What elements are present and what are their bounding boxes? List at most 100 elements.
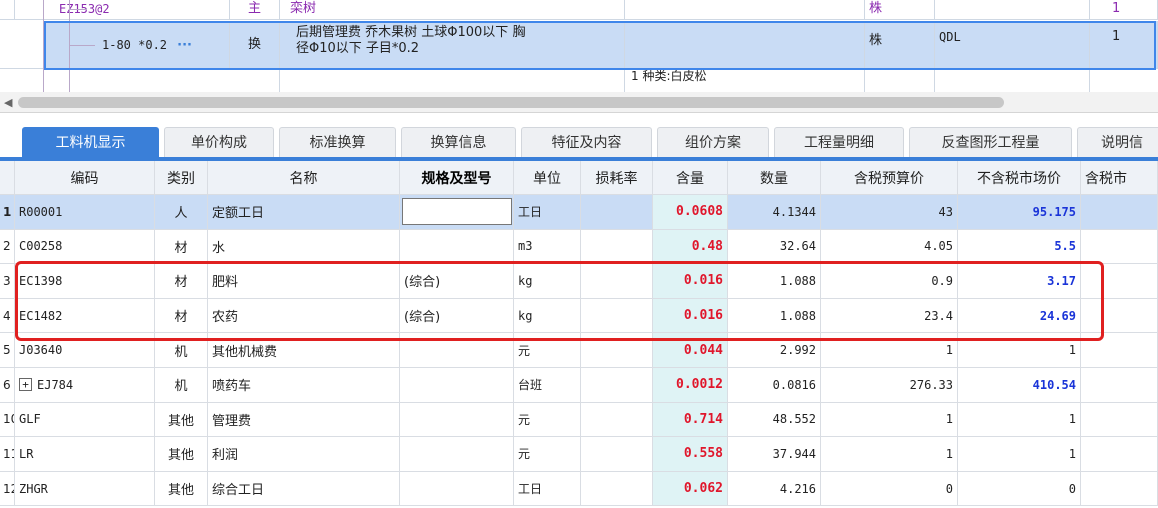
- resource-code[interactable]: EC1482: [15, 298, 155, 334]
- tab-features[interactable]: 特征及内容: [521, 127, 652, 157]
- table-row[interactable]: 2 C00258 材水 m3 0.48 32.64 4.05 5.5: [0, 229, 1158, 265]
- resource-unit[interactable]: 台班: [514, 368, 581, 403]
- resource-type[interactable]: 材: [155, 298, 208, 334]
- header-type[interactable]: 类别: [155, 161, 208, 195]
- resource-unit[interactable]: 工日: [514, 195, 581, 230]
- resource-content[interactable]: 0.0608: [653, 195, 728, 230]
- resource-quantity[interactable]: 0.0816: [728, 368, 821, 403]
- resource-unit[interactable]: m3: [514, 229, 581, 265]
- resource-type[interactable]: 人: [155, 195, 208, 230]
- resource-quantity[interactable]: 4.216: [728, 471, 821, 507]
- resource-tax-market[interactable]: [1081, 437, 1158, 472]
- table-row[interactable]: 3 EC1398 材肥料 (综合) kg 0.016 1.088 0.9 3.17: [0, 264, 1158, 299]
- resource-budget-price[interactable]: 1: [821, 437, 958, 472]
- resource-type[interactable]: 材: [155, 229, 208, 265]
- table-row[interactable]: 11LR其他利润元0.55837.94411: [0, 437, 1158, 472]
- tab-labor-material-machine[interactable]: 工料机显示: [22, 127, 159, 157]
- resource-spec[interactable]: [400, 333, 514, 368]
- resource-name[interactable]: 农药: [208, 298, 400, 334]
- expand-icon[interactable]: +: [19, 378, 32, 392]
- resource-spec[interactable]: [400, 368, 514, 403]
- table-row[interactable]: 6 + EJ784 机喷药车 台班 0.0012 0.0816 276.33 410.54: [0, 368, 1158, 403]
- resource-code[interactable]: LR: [15, 437, 155, 472]
- resource-market-price[interactable]: 410.54: [958, 368, 1081, 403]
- resource-quantity[interactable]: 1.088: [728, 298, 821, 334]
- resource-type[interactable]: 其他: [155, 471, 208, 507]
- resource-type[interactable]: 其他: [155, 437, 208, 472]
- resource-spec[interactable]: [400, 437, 514, 472]
- resource-code[interactable]: R00001: [15, 195, 155, 230]
- resource-code[interactable]: GLF: [15, 402, 155, 438]
- tab-description[interactable]: 说明信: [1077, 127, 1158, 157]
- table-row[interactable]: 4 EC1482 材农药 (综合) kg 0.016 1.088 23.4 24.69: [0, 298, 1158, 334]
- resource-market-price[interactable]: 95.175: [958, 195, 1081, 230]
- resource-loss-rate[interactable]: [581, 368, 653, 403]
- resource-type[interactable]: 材: [155, 264, 208, 299]
- header-unit[interactable]: 单位: [514, 161, 581, 195]
- resource-quantity[interactable]: 1.088: [728, 264, 821, 299]
- resource-loss-rate[interactable]: [581, 402, 653, 438]
- table-row[interactable]: 12ZHGR其他综合工日工日0.0624.21600: [0, 471, 1158, 507]
- resource-unit[interactable]: 元: [514, 437, 581, 472]
- resource-unit[interactable]: 元: [514, 333, 581, 368]
- tab-pricing-plan[interactable]: 组价方案: [657, 127, 769, 157]
- resource-type[interactable]: 其他: [155, 402, 208, 438]
- resource-market-price[interactable]: 1: [958, 402, 1081, 438]
- resource-quantity[interactable]: 32.64: [728, 229, 821, 265]
- resource-code[interactable]: J03640: [15, 333, 155, 368]
- table-row[interactable]: 5 J03640 机其他机械费元 0.044 2.992 1 1: [0, 333, 1158, 368]
- header-content[interactable]: 含量: [653, 161, 728, 195]
- resource-content[interactable]: 0.0012: [653, 368, 728, 403]
- resource-market-price[interactable]: 1: [958, 333, 1081, 368]
- header-budget-price[interactable]: 含税预算价: [821, 161, 958, 195]
- resource-type[interactable]: 机: [155, 368, 208, 403]
- resource-name[interactable]: 利润: [208, 437, 400, 472]
- header-quantity[interactable]: 数量: [728, 161, 821, 195]
- resource-tax-market[interactable]: [1081, 264, 1158, 299]
- resource-spec[interactable]: [400, 471, 514, 507]
- table-row[interactable]: 1 R00001 人定额工日 工日 0.0608 4.1344 43 95.175: [0, 195, 1158, 230]
- header-code[interactable]: 编码: [15, 161, 155, 195]
- resource-market-price[interactable]: 0: [958, 471, 1081, 507]
- resource-loss-rate[interactable]: [581, 437, 653, 472]
- resource-type[interactable]: 机: [155, 333, 208, 368]
- tab-conversion-info[interactable]: 换算信息: [401, 127, 516, 157]
- header-name[interactable]: 名称: [208, 161, 400, 195]
- resource-budget-price[interactable]: 0.9: [821, 264, 958, 299]
- resource-quantity[interactable]: 2.992: [728, 333, 821, 368]
- resource-code[interactable]: EC1398: [15, 264, 155, 299]
- resource-content[interactable]: 0.558: [653, 437, 728, 472]
- resource-unit[interactable]: kg: [514, 264, 581, 299]
- resource-budget-price[interactable]: 1: [821, 402, 958, 438]
- resource-code[interactable]: + EJ784: [15, 368, 155, 403]
- scrollbar-thumb[interactable]: [18, 97, 1004, 108]
- resource-loss-rate[interactable]: [581, 471, 653, 507]
- resource-loss-rate[interactable]: [581, 298, 653, 334]
- resource-content[interactable]: 0.062: [653, 471, 728, 507]
- spec-edit-input[interactable]: [402, 198, 512, 225]
- resource-quantity[interactable]: 37.944: [728, 437, 821, 472]
- resource-name[interactable]: 综合工日: [208, 471, 400, 507]
- top-row-code-cell[interactable]: EZ153@2: [15, 0, 230, 20]
- resource-loss-rate[interactable]: [581, 195, 653, 230]
- resource-tax-market[interactable]: [1081, 195, 1158, 230]
- header-market-price[interactable]: 不含税市场价: [958, 161, 1081, 195]
- table-row[interactable]: 10GLF其他管理费元0.71448.55211: [0, 402, 1158, 438]
- resource-name[interactable]: 管理费: [208, 402, 400, 438]
- resource-spec[interactable]: (综合): [400, 264, 514, 299]
- resource-content[interactable]: 0.016: [653, 298, 728, 334]
- resource-market-price[interactable]: 3.17: [958, 264, 1081, 299]
- resource-content[interactable]: 0.714: [653, 402, 728, 438]
- resource-unit[interactable]: kg: [514, 298, 581, 334]
- header-spec[interactable]: 规格及型号: [400, 161, 514, 195]
- resource-content[interactable]: 0.044: [653, 333, 728, 368]
- resource-content[interactable]: 0.48: [653, 229, 728, 265]
- tab-quantity-detail[interactable]: 工程量明细: [774, 127, 904, 157]
- resource-budget-price[interactable]: 1: [821, 333, 958, 368]
- resource-name[interactable]: 肥料: [208, 264, 400, 299]
- selected-row-name[interactable]: 后期管理费 乔木果树 土球Φ100以下 胸 径Φ10以下 子目*0.2: [280, 21, 625, 69]
- resource-code[interactable]: ZHGR: [15, 471, 155, 507]
- resource-tax-market[interactable]: [1081, 471, 1158, 507]
- resource-name[interactable]: 定额工日: [208, 195, 400, 230]
- resource-quantity[interactable]: 4.1344: [728, 195, 821, 230]
